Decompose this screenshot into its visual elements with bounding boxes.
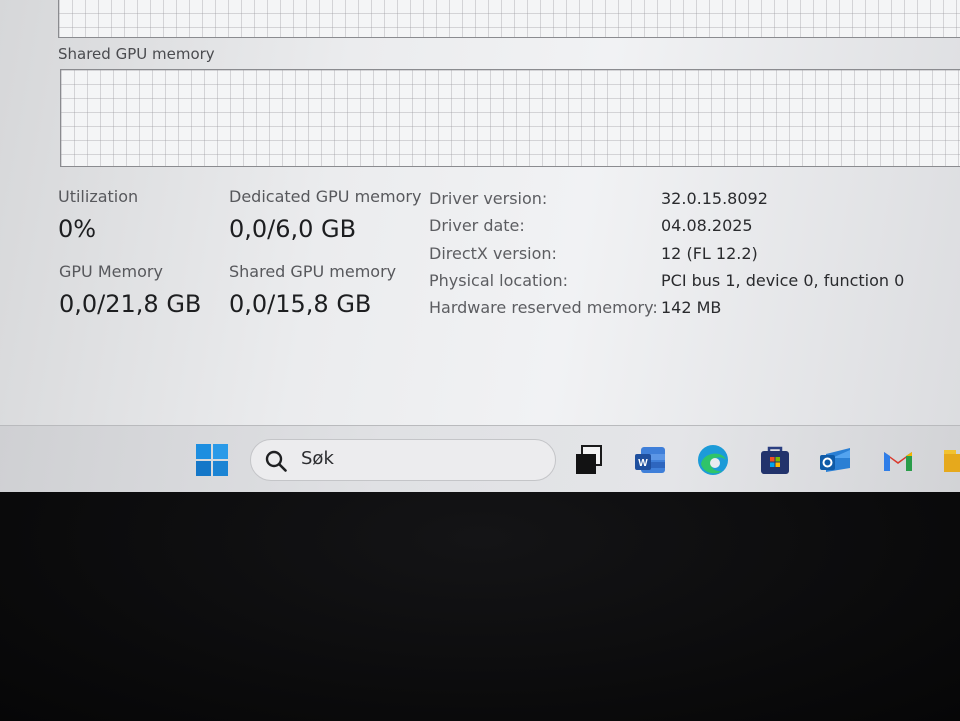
taskbar: W <box>0 425 960 492</box>
windows-start-icon[interactable] <box>195 443 229 477</box>
shared-memory-label: Shared GPU memory <box>229 262 397 281</box>
utilization-value: 0% <box>58 215 97 243</box>
microsoft-store-icon[interactable] <box>757 442 793 478</box>
word-icon[interactable]: W <box>633 442 669 478</box>
directx-version-label: DirectX version: <box>429 244 557 263</box>
directx-version-value: 12 (FL 12.2) <box>661 244 758 263</box>
physical-location-label: Physical location: <box>429 271 569 290</box>
screen: Shared GPU memory Utilization 0% Dedicat… <box>0 0 960 492</box>
driver-date-value: 04.08.2025 <box>661 216 753 235</box>
dedicated-memory-label: Dedicated GPU memory <box>229 187 422 206</box>
search-icon <box>265 450 287 472</box>
shared-memory-graph <box>60 69 960 167</box>
screen-bezel <box>0 492 960 721</box>
outlook-icon[interactable] <box>818 442 854 478</box>
utilization-label: Utilization <box>58 187 139 206</box>
gpu-memory-label: GPU Memory <box>59 262 163 281</box>
dedicated-memory-value: 0,0/6,0 GB <box>229 215 357 243</box>
gpu-performance-panel: Shared GPU memory Utilization 0% Dedicat… <box>0 0 960 425</box>
hardware-reserved-memory-label: Hardware reserved memory: <box>429 298 658 317</box>
svg-text:W: W <box>638 458 648 469</box>
task-view-icon[interactable] <box>571 442 607 478</box>
hardware-reserved-memory-value: 142 MB <box>661 298 722 317</box>
shared-memory-graph-label: Shared GPU memory <box>58 45 215 63</box>
physical-location-value: PCI bus 1, device 0, function 0 <box>661 271 905 290</box>
file-explorer-icon[interactable] <box>942 442 960 478</box>
driver-date-label: Driver date: <box>429 216 525 235</box>
gpu-memory-value: 0,0/21,8 GB <box>59 290 202 318</box>
search-input[interactable] <box>301 448 541 469</box>
taskbar-search-box[interactable] <box>250 439 556 481</box>
edge-icon[interactable] <box>695 442 731 478</box>
dedicated-memory-graph <box>58 0 960 38</box>
driver-version-label: Driver version: <box>429 189 548 208</box>
driver-version-value: 32.0.15.8092 <box>661 189 768 208</box>
shared-memory-value: 0,0/15,8 GB <box>229 290 372 318</box>
gmail-icon[interactable] <box>880 442 916 478</box>
